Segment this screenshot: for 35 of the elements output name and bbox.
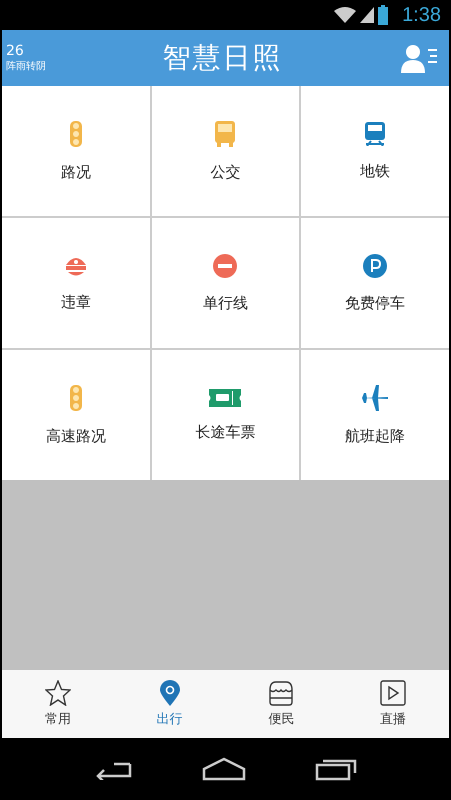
train-icon [364, 122, 386, 146]
airplane-icon [362, 384, 388, 410]
signal-icon [360, 7, 374, 23]
no-entry-icon [213, 254, 238, 278]
service-tile[interactable]: 高速路况 [2, 350, 150, 480]
service-tile[interactable]: 公交 [152, 86, 300, 216]
battery-icon [378, 5, 388, 25]
wifi-icon [334, 7, 356, 23]
bus-icon [215, 120, 236, 146]
service-tile[interactable]: 地铁 [301, 86, 449, 216]
recent-apps-icon[interactable] [314, 757, 357, 781]
clock: 1:38 [402, 4, 441, 26]
service-tile[interactable]: 长途车票 [152, 350, 300, 480]
tab[interactable]: 直播 [337, 670, 449, 738]
service-tile[interactable]: 单行线 [152, 218, 300, 348]
parking-icon [363, 254, 388, 278]
tab[interactable]: 便民 [226, 670, 338, 738]
temperature: 26 [6, 43, 25, 59]
app-title: 智慧日照 [162, 40, 282, 76]
tab[interactable]: 出行 [114, 670, 226, 738]
location-pin-icon [160, 680, 180, 706]
traffic-light-icon [68, 120, 83, 146]
home-icon[interactable] [202, 757, 246, 781]
play-icon [380, 680, 406, 706]
service-tile[interactable]: 违章 [2, 218, 150, 348]
service-tile[interactable]: 航班起降 [301, 350, 449, 480]
service-tile[interactable]: 路况 [2, 86, 150, 216]
service-tile[interactable]: 免费停车 [301, 218, 449, 348]
weather-text: 阵雨转阴 [6, 60, 47, 73]
tab[interactable]: 常用 [2, 670, 114, 738]
ticket-icon [209, 388, 242, 406]
star-icon [44, 680, 71, 706]
shop-icon [268, 680, 294, 706]
user-menu-icon[interactable] [401, 43, 439, 73]
traffic-light-icon [68, 384, 83, 410]
